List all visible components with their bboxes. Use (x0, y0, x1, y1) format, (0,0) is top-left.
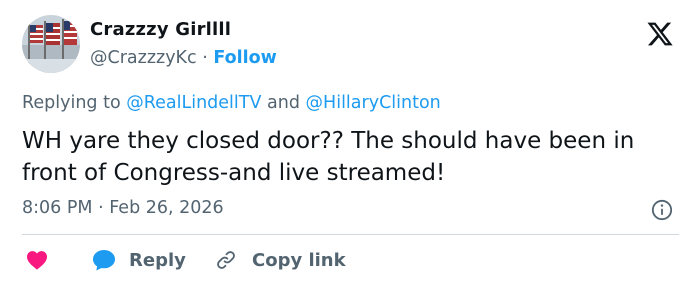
author-handle[interactable]: @CrazzzyKc (90, 48, 197, 68)
reply-label: Reply (129, 249, 186, 271)
reply-button[interactable]: Reply (92, 246, 186, 274)
flags-avatar-image (22, 15, 80, 73)
tweet-timestamp[interactable]: 8:06 PM · Feb 26, 2026 (22, 198, 224, 218)
author-handle-row: @CrazzzyKc · Follow (90, 48, 277, 68)
copy-link-button[interactable]: Copy link (215, 246, 346, 274)
avatar[interactable] (22, 15, 80, 73)
heart-icon[interactable] (26, 250, 48, 270)
replying-conjunction: and (267, 93, 300, 113)
copy-link-label: Copy link (252, 249, 346, 271)
info-icon[interactable] (651, 199, 673, 221)
follow-button[interactable]: Follow (213, 48, 276, 68)
tweet-text: WH yare they closed door?? The should ha… (22, 128, 635, 186)
link-icon (217, 251, 235, 269)
mention-reallindelltv[interactable]: @RealLindellTV (126, 93, 261, 113)
author-display-name[interactable]: Crazzzy Girllll (90, 19, 231, 40)
replying-prefix: Replying to (22, 93, 121, 113)
mention-hillaryclinton[interactable]: @HillaryClinton (306, 93, 441, 113)
replying-to-line: Replying to @RealLindellTV and @HillaryC… (22, 93, 441, 113)
x-logo-icon[interactable] (646, 20, 674, 48)
reply-bubble-icon (93, 250, 115, 271)
separator-dot: · (202, 48, 208, 68)
divider (22, 234, 679, 235)
